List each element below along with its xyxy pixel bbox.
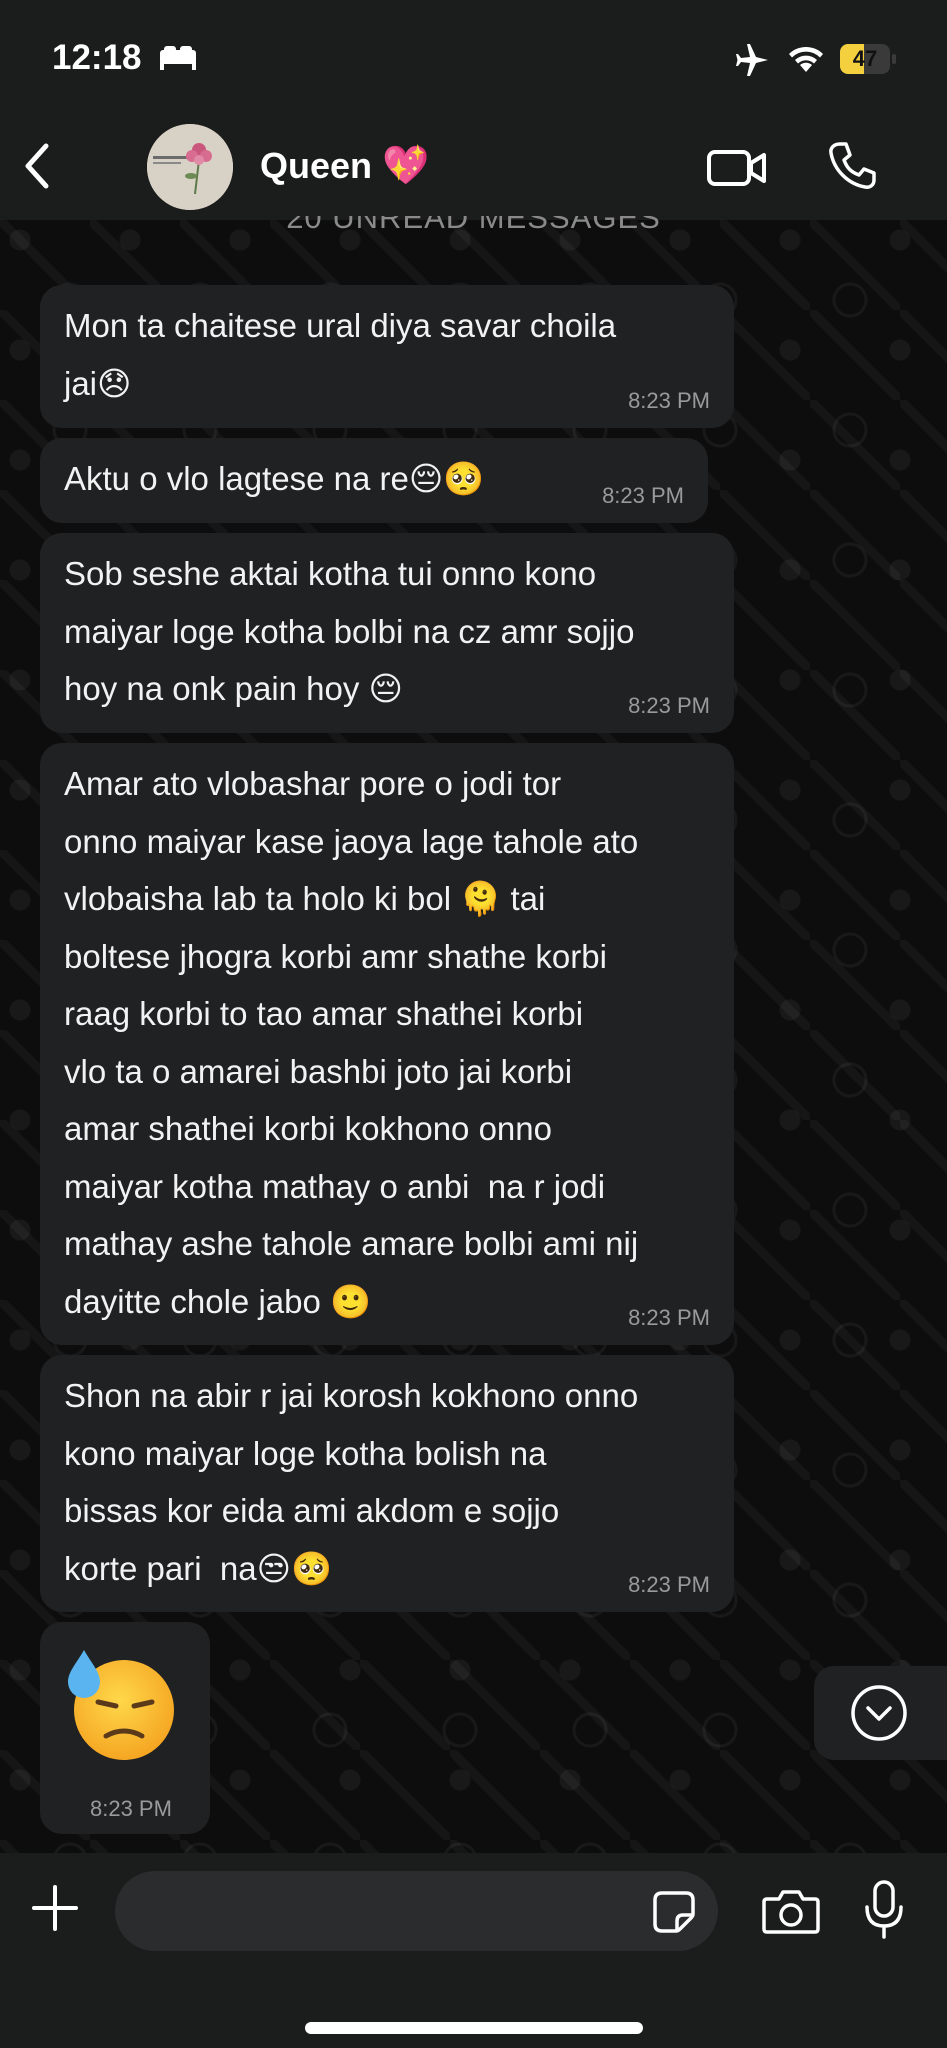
camera-icon[interactable]	[761, 1887, 821, 1935]
unread-messages-label: 20 UNREAD MESSAGES	[286, 216, 661, 234]
downcast-face-with-sweat-emoji	[68, 1650, 174, 1760]
sticker-icon[interactable]	[652, 1890, 696, 1934]
message-bubble[interactable]: Mon ta chaitese ural diya savar choila j…	[40, 285, 734, 428]
battery-indicator: 47	[840, 44, 896, 74]
plus-icon[interactable]	[30, 1883, 80, 1933]
message-text: Aktu o vlo lagtese na re😔🥺	[64, 460, 485, 497]
sparkling-heart-emoji: 💖	[382, 145, 430, 187]
message-time: 8:23 PM	[628, 388, 710, 413]
unread-messages-banner: 20 UNREAD MESSAGES	[0, 216, 947, 234]
phone-icon[interactable]	[826, 140, 878, 192]
message-time: 8:23 PM	[628, 1305, 710, 1330]
avatar[interactable]	[147, 124, 233, 210]
video-camera-icon[interactable]	[706, 146, 768, 190]
message-bubble[interactable]: Amar ato vlobashar pore o jodi tor onno …	[40, 743, 734, 1345]
message-text: Sob seshe aktai kotha tui onno kono maiy…	[64, 555, 635, 707]
message-text: Shon na abir r jai korosh kokhono onno k…	[64, 1377, 639, 1587]
microphone-icon[interactable]	[862, 1879, 906, 1941]
message-text: Amar ato vlobashar pore o jodi tor onno …	[64, 765, 639, 1320]
chevron-left-icon[interactable]	[20, 138, 54, 194]
chat-header: Queen 💖	[0, 110, 947, 222]
emoji-message-bubble[interactable]: 8:23 PM	[40, 1622, 210, 1834]
chevron-down-circle-icon	[851, 1685, 907, 1741]
message-input[interactable]	[115, 1871, 718, 1951]
message-time: 8:23 PM	[628, 1572, 710, 1597]
message-time: 8:23 PM	[628, 693, 710, 718]
status-bar: 12:18 47	[0, 0, 947, 110]
composer-bar	[0, 1853, 947, 2048]
flower-icon	[147, 124, 233, 210]
wifi-icon	[789, 46, 823, 72]
home-indicator[interactable]	[305, 2022, 643, 2034]
message-bubble[interactable]: Shon na abir r jai korosh kokhono onno k…	[40, 1355, 734, 1612]
message-time: 8:23 PM	[602, 483, 684, 508]
message-text: Mon ta chaitese ural diya savar choila j…	[64, 307, 617, 402]
message-bubble[interactable]: Aktu o vlo lagtese na re😔🥺 8:23 PM	[40, 438, 708, 523]
message-bubble[interactable]: Sob seshe aktai kotha tui onno kono maiy…	[40, 533, 734, 733]
contact-name-text: Queen	[260, 145, 373, 186]
scroll-to-bottom-button[interactable]	[814, 1666, 947, 1760]
airplane-icon	[736, 44, 768, 76]
sleep-focus-icon	[160, 46, 196, 70]
message-time: 8:23 PM	[90, 1796, 172, 1821]
battery-level-text: 47	[852, 46, 878, 71]
status-time: 12:18	[52, 38, 142, 77]
contact-name[interactable]: Queen 💖	[260, 144, 429, 188]
